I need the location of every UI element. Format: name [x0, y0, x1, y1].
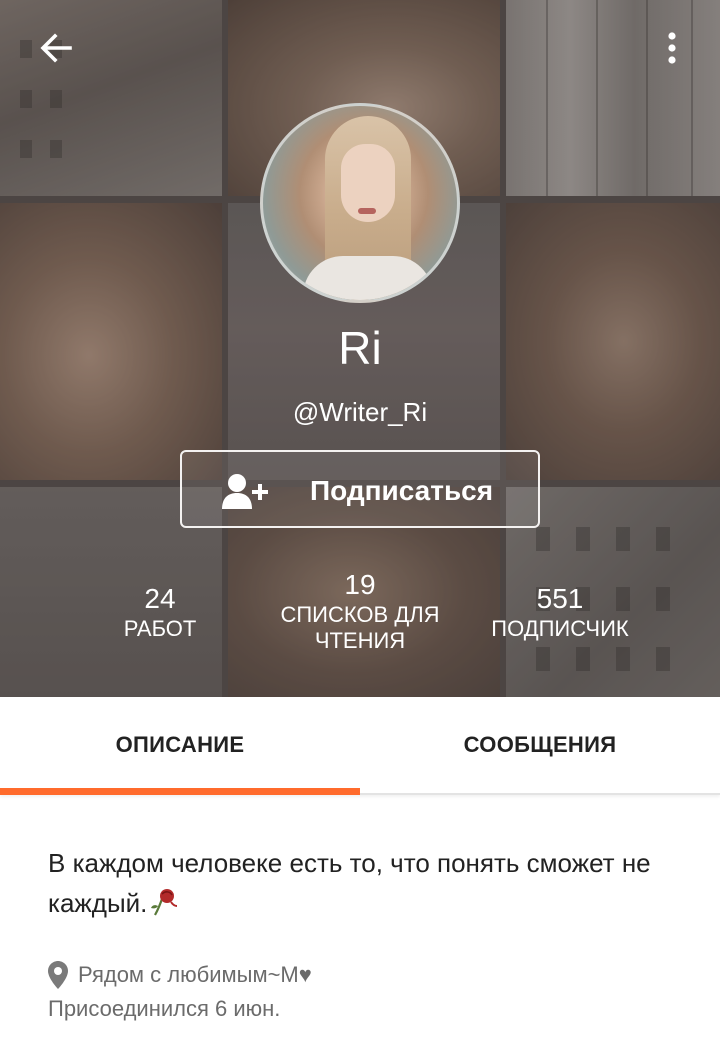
reading-lists-label-line2: ЧТЕНИЯ: [314, 628, 406, 653]
tab-messages-label: СООБЩЕНИЯ: [463, 732, 617, 757]
reading-lists-count: 19: [344, 569, 376, 600]
works-count: 24: [144, 583, 176, 614]
back-button[interactable]: [28, 24, 84, 72]
arrow-left-icon: [40, 33, 72, 63]
add-user-icon: [222, 474, 268, 509]
wilted-rose-icon: [151, 889, 178, 916]
works-label: РАБОТ: [123, 616, 197, 641]
stat-works[interactable]: 24 РАБОТ: [100, 582, 220, 642]
followers-count: 551: [536, 583, 584, 614]
bio-text-content: В каждом человеке есть то, что понять см…: [48, 848, 651, 918]
avatar[interactable]: [260, 103, 460, 303]
follow-button[interactable]: Подписаться: [180, 450, 540, 528]
follow-button-label: Подписаться: [310, 475, 494, 506]
location-text: Рядом с любимым~M♥: [78, 962, 312, 987]
tab-description[interactable]: ОПИСАНИЕ: [0, 697, 360, 793]
stat-followers[interactable]: 551 ПОДПИСЧИК: [476, 582, 644, 642]
bio-text: В каждом человеке есть то, что понять см…: [48, 843, 668, 923]
more-options-button[interactable]: [650, 24, 694, 72]
followers-label: ПОДПИСЧИК: [491, 616, 629, 641]
more-vertical-icon: [668, 32, 676, 64]
tab-description-label: ОПИСАНИЕ: [115, 732, 245, 757]
reading-lists-label-line1: СПИСКОВ ДЛЯ: [280, 602, 440, 627]
location-pin-icon: [48, 961, 68, 989]
joined-date: Присоединился 6 июн.: [48, 996, 281, 1021]
username: @Writer_Ri: [292, 397, 428, 427]
location-row: Рядом с любимым~M♥: [48, 958, 312, 992]
profile-tabs: ОПИСАНИЕ СООБЩЕНИЯ: [0, 697, 720, 795]
active-tab-indicator: [0, 788, 360, 795]
tab-messages[interactable]: СООБЩЕНИЯ: [360, 697, 720, 793]
stat-reading-lists[interactable]: 19 СПИСКОВ ДЛЯ ЧТЕНИЯ: [270, 568, 450, 654]
display-name: Ri: [338, 322, 382, 374]
